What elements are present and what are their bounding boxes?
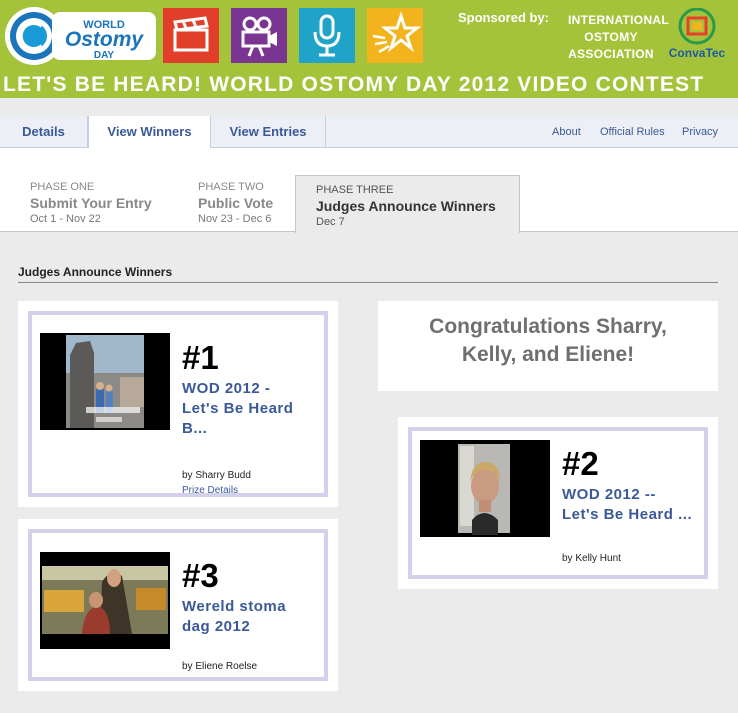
video-title-line: dag 2012: [182, 618, 251, 635]
phase-two[interactable]: PHASE TWO Public Vote Nov 23 - Dec 6: [198, 181, 273, 225]
privacy-link[interactable]: Privacy: [682, 116, 718, 148]
video-thumbnail[interactable]: [40, 333, 170, 430]
phase-title: Public Vote: [198, 195, 274, 211]
winner-card-frame: #3 Wereld stoma dag 2012 by Eliene Roels…: [28, 529, 328, 681]
logo-text-day: DAY: [94, 50, 115, 61]
contest-banner: WORLD Ostomy DAY Sponsored by: INTERNATI…: [0, 0, 738, 98]
phase-three-active[interactable]: PHASE THREE Judges Announce Winners Dec …: [295, 175, 520, 233]
video-title-line: WOD 2012 -: [182, 380, 271, 397]
logo-text-ostomy: Ostomy: [65, 28, 145, 51]
video-author: by Eliene Roelse: [182, 661, 258, 672]
phase-title: Submit Your Entry: [30, 195, 152, 211]
winner-card-frame: #1 WOD 2012 - Let's Be Heard B... by Sha…: [28, 311, 328, 497]
congratulations-line: Congratulations Sharry,: [429, 315, 667, 338]
ioa-line: INTERNATIONAL: [568, 13, 670, 27]
winner-rank: #2: [562, 445, 599, 482]
video-title-line: Wereld stoma: [182, 598, 287, 615]
video-title-link[interactable]: WOD 2012 -- Let's Be Heard ...: [562, 485, 702, 525]
tab-view-entries[interactable]: View Entries: [211, 116, 326, 148]
winner-card-frame: #2 WOD 2012 -- Let's Be Heard ... by Kel…: [408, 427, 708, 579]
phase-dates: Dec 7: [316, 216, 345, 228]
video-author: by Kelly Hunt: [562, 553, 621, 564]
contest-phases: PHASE ONE Submit Your Entry Oct 1 - Nov …: [0, 148, 738, 233]
video-title-link[interactable]: WOD 2012 - Let's Be Heard B...: [182, 379, 312, 439]
section-title: Judges Announce Winners: [18, 265, 718, 283]
congratulations-line: Kelly, and Eliene!: [461, 343, 635, 366]
phase-title: Judges Announce Winners: [316, 198, 496, 214]
microphone-icon: [299, 8, 355, 63]
phase-dates: Nov 23 - Dec 6: [198, 213, 272, 225]
contest-headline: LET'S BE HEARD! WORLD OSTOMY DAY 2012 VI…: [3, 73, 705, 96]
video-thumbnail[interactable]: [40, 552, 170, 649]
winner-rank: #3: [182, 557, 219, 594]
prize-details-link[interactable]: Prize Details: [182, 485, 238, 496]
sponsored-by-label: Sponsored by:: [458, 10, 550, 25]
ioa-sponsor-logo: INTERNATIONAL OSTOMY ASSOCIATION: [568, 12, 670, 63]
phase-one[interactable]: PHASE ONE Submit Your Entry Oct 1 - Nov …: [30, 181, 152, 225]
video-title-line: WOD 2012 --: [562, 486, 656, 503]
video-title-line: Let's Be Heard: [182, 400, 294, 417]
ioa-line: ASSOCIATION: [568, 47, 654, 61]
phase-kicker: PHASE THREE: [316, 184, 394, 196]
winner-rank: #1: [182, 339, 219, 376]
video-thumbnail[interactable]: [420, 440, 550, 537]
phase-kicker: PHASE ONE: [30, 181, 95, 193]
video-author: by Sharry Budd: [182, 470, 251, 481]
movie-camera-icon: [231, 8, 287, 63]
congratulations-message: Congratulations Sharry, Kelly, and Elien…: [378, 301, 718, 391]
winner-card-3: #3 Wereld stoma dag 2012 by Eliene Roels…: [18, 519, 338, 691]
ioa-line: OSTOMY: [584, 30, 638, 44]
video-title-link[interactable]: Wereld stoma dag 2012: [182, 597, 312, 637]
winner-card-2: #2 WOD 2012 -- Let's Be Heard ... by Kel…: [398, 417, 718, 589]
clapperboard-icon: [163, 8, 219, 63]
convatec-text: ConvaTec: [668, 46, 726, 60]
tab-details[interactable]: Details: [0, 116, 88, 148]
about-link[interactable]: About: [552, 116, 581, 148]
star-icon: [367, 8, 423, 63]
world-ostomy-day-logo: WORLD Ostomy DAY: [2, 4, 158, 68]
official-rules-link[interactable]: Official Rules: [600, 116, 665, 148]
video-title-line: Let's Be Heard ...: [562, 506, 693, 523]
winner-card-1: #1 WOD 2012 - Let's Be Heard B... by Sha…: [18, 301, 338, 507]
video-title-line: B...: [182, 420, 208, 437]
phase-kicker: PHASE TWO: [198, 181, 264, 193]
phase-dates: Oct 1 - Nov 22: [30, 213, 101, 225]
tab-bar: Details View Winners View Entries About …: [0, 116, 738, 149]
tab-view-winners[interactable]: View Winners: [88, 116, 211, 149]
convatec-sponsor-logo: ConvaTec: [668, 8, 726, 64]
